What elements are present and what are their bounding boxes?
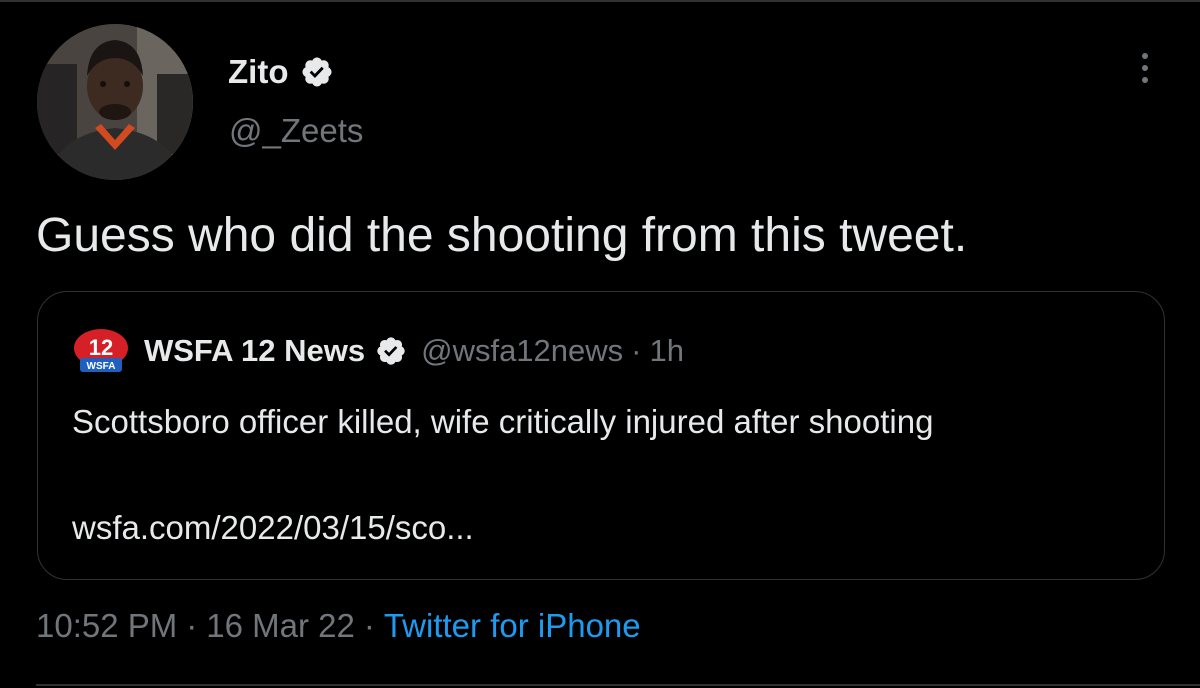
quoted-tweet-header: 12 WSFA WSFA 12 News @wsfa12news · 1h <box>72 328 684 374</box>
more-dot <box>1142 65 1148 71</box>
more-dot <box>1142 77 1148 83</box>
author-handle[interactable]: @_Zeets <box>229 112 363 150</box>
wsfa-logo-icon[interactable]: 12 WSFA <box>72 328 130 374</box>
tweet-date[interactable]: 16 Mar 22 <box>206 607 355 645</box>
tweet-text: Guess who did the shooting from this twe… <box>36 209 968 262</box>
top-divider <box>0 0 1200 2</box>
author-display-name[interactable]: Zito <box>228 53 288 91</box>
verified-badge-icon <box>375 335 407 367</box>
more-options-button[interactable] <box>1128 44 1162 92</box>
wsfa-logo-label: WSFA <box>87 361 116 372</box>
bottom-divider <box>36 684 1200 686</box>
meta-separator: · <box>186 607 198 644</box>
profile-photo-icon <box>37 24 193 180</box>
meta-separator: · <box>363 607 375 644</box>
more-horizontal-icon <box>1142 53 1148 59</box>
verified-badge-icon <box>300 55 334 89</box>
quoted-timestamp[interactable]: 1h <box>649 333 683 369</box>
tweet-time[interactable]: 10:52 PM <box>36 607 177 645</box>
tweet-meta: 10:52 PM · 16 Mar 22 · Twitter for iPhon… <box>36 604 641 648</box>
quoted-tweet-link[interactable]: wsfa.com/2022/03/15/sco... <box>72 506 474 550</box>
avatar[interactable] <box>37 24 193 180</box>
quoted-tweet-text: Scottsboro officer killed, wife critical… <box>72 403 934 440</box>
quoted-separator: · <box>631 333 642 368</box>
quoted-tweet-card[interactable]: 12 WSFA WSFA 12 News @wsfa12news · 1h Sc… <box>37 291 1165 580</box>
quoted-display-name[interactable]: WSFA 12 News <box>144 333 365 369</box>
tweet-source-link[interactable]: Twitter for iPhone <box>384 607 641 645</box>
author-name-row[interactable]: Zito <box>228 52 334 92</box>
quoted-handle[interactable]: @wsfa12news <box>421 333 623 369</box>
wsfa-logo-number: 12 <box>89 335 113 360</box>
